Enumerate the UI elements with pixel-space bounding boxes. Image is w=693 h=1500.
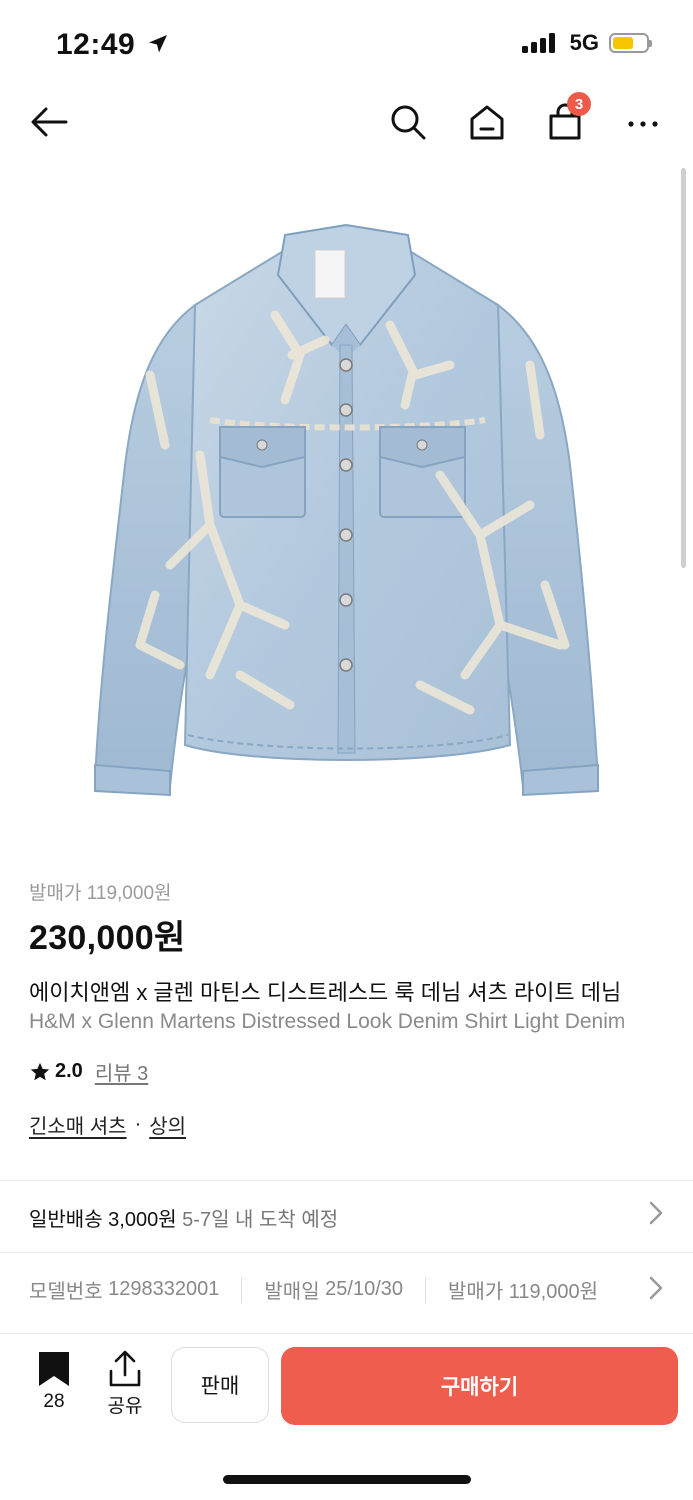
meta-divider xyxy=(241,1276,243,1303)
rating-row: 2.0 리뷰 3 xyxy=(29,1057,148,1086)
shipping-info-row[interactable]: 일반배송 3,000원 5-7일 내 도착 예정 xyxy=(29,1203,338,1232)
scrollbar[interactable] xyxy=(681,168,686,568)
bookmark-button[interactable] xyxy=(37,1350,71,1393)
home-button[interactable] xyxy=(465,100,509,144)
shipping-eta: 5-7일 내 도착 예정 xyxy=(182,1209,339,1231)
release-price-value: 119,000원 xyxy=(86,883,172,904)
category-link-shirts[interactable]: 긴소매 셔츠 xyxy=(29,1110,127,1139)
category-breadcrumb: 긴소매 셔츠 · 상의 xyxy=(29,1110,186,1139)
chevron-right-icon xyxy=(648,1200,664,1233)
category-link-tops[interactable]: 상의 xyxy=(149,1110,186,1139)
product-image[interactable] xyxy=(60,205,633,815)
divider xyxy=(0,1180,693,1181)
denim-shirt-illustration xyxy=(93,223,600,797)
meta-divider xyxy=(425,1276,427,1303)
product-name-english: H&M x Glenn Martens Distressed Look Deni… xyxy=(29,1010,626,1033)
product-meta-row[interactable]: 모델번호 1298332001 발매일 25/10/30 발매가 119,000… xyxy=(29,1275,598,1304)
release-price-label: 발매가 xyxy=(29,883,82,904)
star-icon xyxy=(30,1062,50,1080)
share-label: 공유 xyxy=(107,1396,143,1417)
buy-button[interactable]: 구매하기 xyxy=(281,1347,678,1425)
share-button[interactable] xyxy=(105,1349,145,1394)
product-name-korean: 에이치앤엠 x 글렌 마틴스 디스트레스드 룩 데님 셔츠 라이트 데님 xyxy=(29,980,622,1005)
release-price-line: 발매가 119,000원 xyxy=(29,878,172,905)
chevron-right-icon xyxy=(648,1275,664,1306)
home-indicator[interactable] xyxy=(223,1475,471,1484)
battery-icon xyxy=(609,33,652,53)
meta-release-price-label: 발매가 xyxy=(448,1281,504,1303)
status-time: 12:49 xyxy=(56,28,170,62)
release-date-label: 발매일 xyxy=(264,1281,320,1303)
bookmark-count: 28 xyxy=(43,1391,65,1412)
cart-button[interactable]: 3 xyxy=(543,92,591,144)
model-number-label: 모델번호 xyxy=(29,1281,103,1303)
more-icon xyxy=(628,121,658,127)
current-price: 230,000원 xyxy=(29,919,186,957)
back-button[interactable] xyxy=(27,100,71,144)
location-arrow-icon xyxy=(149,35,168,53)
home-icon xyxy=(470,105,504,140)
divider xyxy=(0,1252,693,1253)
more-button[interactable] xyxy=(621,100,665,144)
cart-count-badge: 3 xyxy=(567,92,591,116)
status-indicators: 5G xyxy=(521,30,652,56)
model-number-value: 1298332001 xyxy=(108,1278,220,1300)
bookmark-icon xyxy=(39,1352,69,1386)
rating-value: 2.0 xyxy=(55,1060,83,1082)
category-separator: · xyxy=(134,1113,142,1135)
network-label: 5G xyxy=(569,30,599,55)
signal-icon xyxy=(521,33,555,53)
shipping-method: 일반배송 3,000원 xyxy=(29,1209,177,1231)
review-link[interactable]: 리뷰 3 xyxy=(95,1057,148,1086)
meta-release-price-value: 119,000원 xyxy=(508,1281,599,1303)
back-arrow-icon xyxy=(31,107,68,137)
search-button[interactable] xyxy=(386,100,430,144)
sell-button[interactable]: 판매 xyxy=(171,1347,269,1423)
release-date-value: 25/10/30 xyxy=(325,1278,404,1300)
share-icon xyxy=(109,1350,141,1387)
search-icon xyxy=(391,105,426,140)
